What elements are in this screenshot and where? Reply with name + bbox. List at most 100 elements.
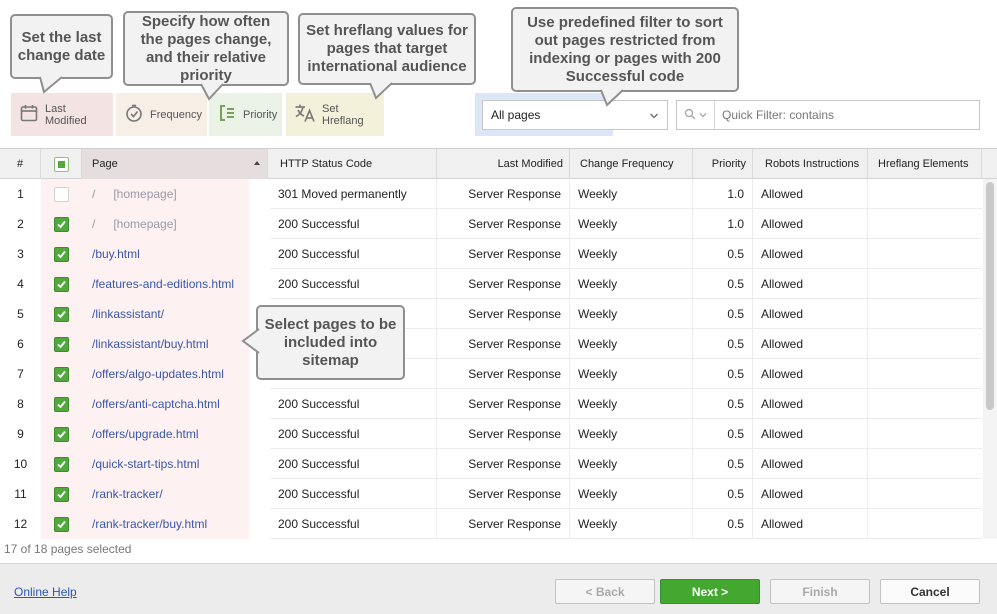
table-row[interactable]: 9/offers/upgrade.html 200 Successful Serve…: [0, 419, 982, 449]
table-row[interactable]: 12/rank-tracker/buy.html 200 Successful Se…: [0, 509, 982, 539]
column-header-hreflang[interactable]: Hreflang Elements: [868, 149, 982, 179]
select-all-checkbox[interactable]: [53, 156, 69, 172]
hreflang-cell[interactable]: [868, 419, 982, 449]
page-path[interactable]: /offers/algo-updates.html: [92, 367, 224, 381]
column-header-http-status[interactable]: HTTP Status Code: [268, 149, 437, 179]
page-cell[interactable]: /quick-start-tips.html: [82, 449, 249, 479]
hreflang-cell[interactable]: [868, 449, 982, 479]
page-cell[interactable]: /features-and-editions.html: [82, 269, 249, 299]
column-header-change-frequency[interactable]: Change Frequency: [570, 149, 693, 179]
priority-cell[interactable]: 0.5: [693, 449, 753, 479]
table-row[interactable]: 5/linkassistant/200 SuccessfulServer Res…: [0, 299, 982, 329]
last-modified-cell[interactable]: Server Response: [437, 329, 570, 359]
hreflang-cell[interactable]: [868, 329, 982, 359]
hreflang-cell[interactable]: [868, 509, 982, 539]
page-cell[interactable]: /rank-tracker/buy.html: [82, 509, 249, 539]
frequency-button[interactable]: Frequency: [116, 93, 207, 136]
change-frequency-cell[interactable]: Weekly: [570, 419, 693, 449]
hreflang-cell[interactable]: [868, 359, 982, 389]
change-frequency-cell[interactable]: Weekly: [570, 209, 693, 239]
page-path[interactable]: /offers/anti-captcha.html: [92, 397, 220, 411]
priority-cell[interactable]: 0.5: [693, 509, 753, 539]
priority-cell[interactable]: 0.5: [693, 479, 753, 509]
row-checkbox-checked[interactable]: [54, 426, 69, 442]
page-cell[interactable]: /offers/upgrade.html: [82, 419, 249, 449]
table-row[interactable]: 7/offers/algo-updates.html200 Successful…: [0, 359, 982, 389]
last-modified-cell[interactable]: Server Response: [437, 389, 570, 419]
change-frequency-cell[interactable]: Weekly: [570, 269, 693, 299]
last-modified-cell[interactable]: Server Response: [437, 299, 570, 329]
priority-cell[interactable]: 0.5: [693, 269, 753, 299]
scrollbar-thumb[interactable]: [986, 182, 994, 410]
table-row[interactable]: 11/rank-tracker/200 Successful Server Res…: [0, 479, 982, 509]
row-checkbox-checked[interactable]: [54, 306, 69, 322]
page-path[interactable]: /rank-tracker/: [92, 487, 163, 501]
page-path[interactable]: /linkassistant/buy.html: [92, 337, 209, 351]
page-path[interactable]: /: [92, 187, 95, 201]
change-frequency-cell[interactable]: Weekly: [570, 449, 693, 479]
column-header-last-modified[interactable]: Last Modified: [437, 149, 570, 179]
priority-cell[interactable]: 1.0: [693, 209, 753, 239]
last-modified-cell[interactable]: Server Response: [437, 359, 570, 389]
row-checkbox-checked[interactable]: [54, 456, 69, 472]
last-modified-cell[interactable]: Server Response: [437, 479, 570, 509]
last-modified-cell[interactable]: Server Response: [437, 179, 570, 209]
hreflang-cell[interactable]: [868, 209, 982, 239]
priority-cell[interactable]: 0.5: [693, 299, 753, 329]
priority-cell[interactable]: 0.5: [693, 239, 753, 269]
last-modified-cell[interactable]: Server Response: [437, 509, 570, 539]
column-header-number[interactable]: #: [0, 149, 41, 179]
hreflang-cell[interactable]: [868, 479, 982, 509]
row-checkbox-checked[interactable]: [54, 366, 69, 382]
finish-button[interactable]: Finish: [770, 579, 870, 604]
next-button[interactable]: Next >: [660, 579, 760, 604]
page-filter-select[interactable]: All pages: [482, 100, 668, 130]
table-row[interactable]: 3/buy.html 200 Successful Server Response W…: [0, 239, 982, 269]
change-frequency-cell[interactable]: Weekly: [570, 479, 693, 509]
change-frequency-cell[interactable]: Weekly: [570, 299, 693, 329]
hreflang-cell[interactable]: [868, 299, 982, 329]
quick-filter-input[interactable]: [715, 102, 979, 128]
hreflang-cell[interactable]: [868, 239, 982, 269]
page-cell[interactable]: /offers/anti-captcha.html: [82, 389, 249, 419]
row-checkbox-checked[interactable]: [54, 216, 69, 232]
last-modified-cell[interactable]: Server Response: [437, 449, 570, 479]
row-checkbox-checked[interactable]: [54, 246, 69, 262]
back-button[interactable]: < Back: [555, 579, 655, 604]
cancel-button[interactable]: Cancel: [880, 579, 980, 604]
priority-cell[interactable]: 0.5: [693, 389, 753, 419]
change-frequency-cell[interactable]: Weekly: [570, 389, 693, 419]
page-path[interactable]: /rank-tracker/buy.html: [92, 517, 207, 531]
change-frequency-cell[interactable]: Weekly: [570, 359, 693, 389]
row-checkbox-checked[interactable]: [54, 486, 69, 502]
last-modified-cell[interactable]: Server Response: [437, 419, 570, 449]
column-header-page[interactable]: Page: [82, 149, 268, 179]
page-cell[interactable]: /buy.html: [82, 239, 249, 269]
table-row[interactable]: 1 / [homepage] 301 Moved permanently Server …: [0, 179, 982, 209]
table-row[interactable]: 8/offers/anti-captcha.html 200 Successful…: [0, 389, 982, 419]
page-path[interactable]: /features-and-editions.html: [92, 277, 234, 291]
set-hreflang-button[interactable]: Set Hreflang: [286, 93, 384, 136]
page-cell[interactable]: / [homepage]: [82, 209, 249, 239]
table-row[interactable]: 6/linkassistant/buy.html200 SuccessfulSe…: [0, 329, 982, 359]
page-cell[interactable]: / [homepage]: [82, 179, 249, 209]
last-modified-cell[interactable]: Server Response: [437, 239, 570, 269]
change-frequency-cell[interactable]: Weekly: [570, 179, 693, 209]
hreflang-cell[interactable]: [868, 389, 982, 419]
table-row[interactable]: 10/quick-start-tips.html 200 Successful Se…: [0, 449, 982, 479]
change-frequency-cell[interactable]: Weekly: [570, 509, 693, 539]
row-checkbox-unchecked[interactable]: [54, 186, 69, 202]
last-modified-button[interactable]: Last Modified: [11, 93, 113, 136]
vertical-scrollbar[interactable]: [983, 179, 997, 539]
page-cell[interactable]: /linkassistant/buy.html: [82, 329, 249, 359]
last-modified-cell[interactable]: Server Response: [437, 209, 570, 239]
row-checkbox-checked[interactable]: [54, 276, 69, 292]
page-cell[interactable]: /offers/algo-updates.html: [82, 359, 249, 389]
search-options-button[interactable]: [677, 101, 715, 129]
row-checkbox-checked[interactable]: [54, 516, 69, 532]
hreflang-cell[interactable]: [868, 179, 982, 209]
online-help-link[interactable]: Online Help: [14, 585, 77, 599]
page-path[interactable]: /buy.html: [92, 247, 140, 261]
change-frequency-cell[interactable]: Weekly: [570, 239, 693, 269]
page-path[interactable]: /quick-start-tips.html: [92, 457, 199, 471]
